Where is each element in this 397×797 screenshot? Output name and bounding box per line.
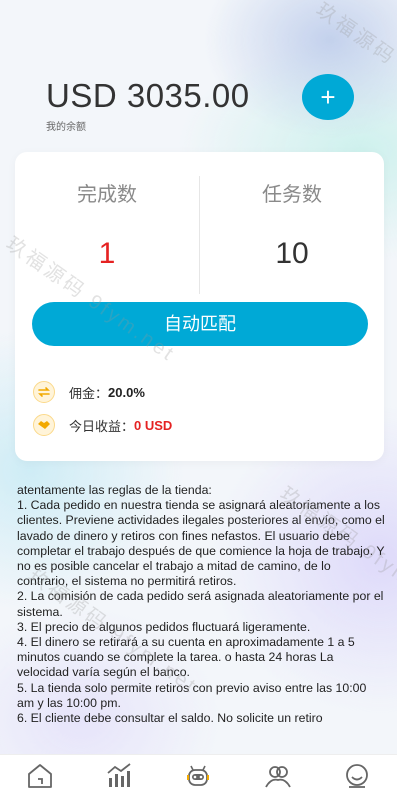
tasks-stat: 任务数 10 [200,152,384,271]
commission-label: 佣金： [69,385,109,401]
chart-icon [107,763,131,787]
tab-team[interactable] [258,756,298,796]
balance-label: 我的余额 [46,122,86,133]
task-card: 完成数 1 任务数 10 自动匹配 佣金： 20.0% 今日收益： 0 USD [15,152,384,461]
today-earnings-value: 0 USD [134,417,173,433]
robot-icon [187,765,210,786]
completed-stat: 完成数 1 [15,152,199,271]
tab-robot[interactable] [178,756,218,796]
profile-icon [346,764,369,788]
today-earnings-label: 今日收益： [69,418,135,434]
balance-amount: USD 3035.00 [46,77,250,114]
bottom-tab-bar [0,754,397,797]
commission-row: 佣金： 20.0% [33,381,145,403]
tasks-label: 任务数 [262,184,322,206]
team-icon [265,766,291,788]
auto-match-button[interactable]: 自动匹配 [32,302,368,346]
tab-home[interactable] [20,756,60,796]
add-funds-button[interactable]: + [302,74,354,120]
completed-value: 1 [98,237,116,270]
home-icon [27,764,52,788]
tab-profile[interactable] [337,756,377,796]
balance-section: USD 3035.00 我的余额 [46,76,250,133]
today-earnings-row: 今日收益： 0 USD [33,414,172,436]
tasks-value: 10 [275,237,309,270]
completed-label: 完成数 [77,184,137,206]
exchange-icon [33,381,55,403]
tab-chart[interactable] [99,756,139,796]
plus-icon: + [320,82,336,112]
commission-value: 20.0% [108,384,145,400]
handshake-icon [33,414,55,436]
store-rules-text: atentamente las reglas de la tienda: 1. … [17,483,385,726]
